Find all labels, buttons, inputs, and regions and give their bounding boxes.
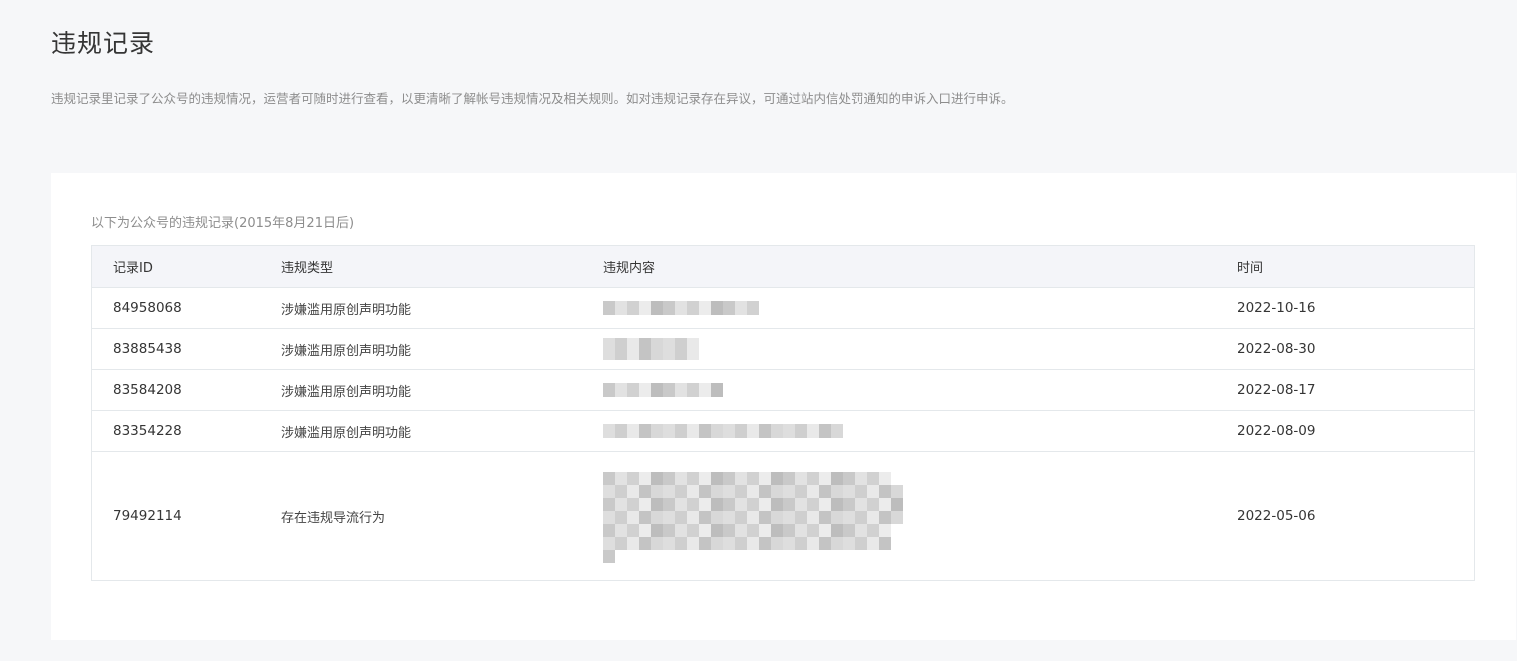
record-time: 2022-08-30 <box>1237 341 1316 357</box>
header-violation-content: 违规内容 <box>603 261 656 276</box>
table-row: 83885438 涉嫌滥用原创声明功能 2022-08-30 <box>92 328 1474 369</box>
violation-content-redacted <box>603 338 1237 360</box>
table-row: 83354228 涉嫌滥用原创声明功能 2022-08-09 <box>92 410 1474 451</box>
violation-content-redacted <box>603 470 1237 563</box>
table-row: 84958068 涉嫌滥用原创声明功能 2022-10-16 <box>92 287 1474 328</box>
redacted-mosaic <box>603 471 891 485</box>
record-time: 2022-08-17 <box>1237 382 1316 398</box>
record-id: 83885438 <box>113 341 182 357</box>
page-header: 违规记录 违规记录里记录了公众号的违规情况，运营者可随时进行查看，以更清晰了解帐… <box>51 26 1451 109</box>
record-id: 83354228 <box>113 423 182 439</box>
header-violation-type: 违规类型 <box>281 261 334 276</box>
redacted-mosaic <box>603 301 759 315</box>
violation-type: 涉嫌滥用原创声明功能 <box>281 384 412 400</box>
table-header-row: 记录ID 违规类型 违规内容 时间 <box>92 246 1474 287</box>
redacted-mosaic <box>603 484 903 498</box>
header-record-id: 记录ID <box>113 261 153 276</box>
redacted-mosaic <box>603 510 903 524</box>
violation-records-card: 以下为公众号的违规记录(2015年8月21日后) 记录ID 违规类型 违规内容 … <box>51 173 1516 640</box>
record-time: 2022-05-06 <box>1237 508 1316 524</box>
redacted-mosaic <box>603 549 615 563</box>
record-id: 83584208 <box>113 382 182 398</box>
violation-type: 涉嫌滥用原创声明功能 <box>281 343 412 359</box>
violation-type: 涉嫌滥用原创声明功能 <box>281 302 412 318</box>
redacted-mosaic <box>603 497 903 511</box>
record-time: 2022-08-09 <box>1237 423 1316 439</box>
redacted-mosaic <box>603 338 699 360</box>
redacted-mosaic <box>603 424 843 438</box>
redacted-mosaic <box>603 383 723 397</box>
violation-type: 存在违规导流行为 <box>281 510 386 526</box>
page-description: 违规记录里记录了公众号的违规情况，运营者可随时进行查看，以更清晰了解帐号违规情况… <box>51 91 1014 106</box>
record-id: 79492114 <box>113 508 182 524</box>
records-caption: 以下为公众号的违规记录(2015年8月21日后) <box>91 216 355 231</box>
violation-records-table: 记录ID 违规类型 违规内容 时间 84958068 涉嫌滥用原创声明功能 20… <box>91 245 1475 581</box>
redacted-mosaic <box>603 536 891 550</box>
record-time: 2022-10-16 <box>1237 300 1316 316</box>
violation-content-redacted <box>603 382 1237 398</box>
violation-content-redacted <box>603 423 1237 439</box>
page-title: 违规记录 <box>51 29 156 58</box>
table-row: 79492114 存在违规导流行为 2022-05-06 <box>92 451 1474 580</box>
header-time: 时间 <box>1237 261 1264 276</box>
redacted-mosaic-block <box>603 470 1237 563</box>
redacted-mosaic <box>603 523 891 537</box>
record-id: 84958068 <box>113 300 182 316</box>
violation-content-redacted <box>603 300 1237 316</box>
violation-type: 涉嫌滥用原创声明功能 <box>281 425 412 441</box>
table-row: 83584208 涉嫌滥用原创声明功能 2022-08-17 <box>92 369 1474 410</box>
